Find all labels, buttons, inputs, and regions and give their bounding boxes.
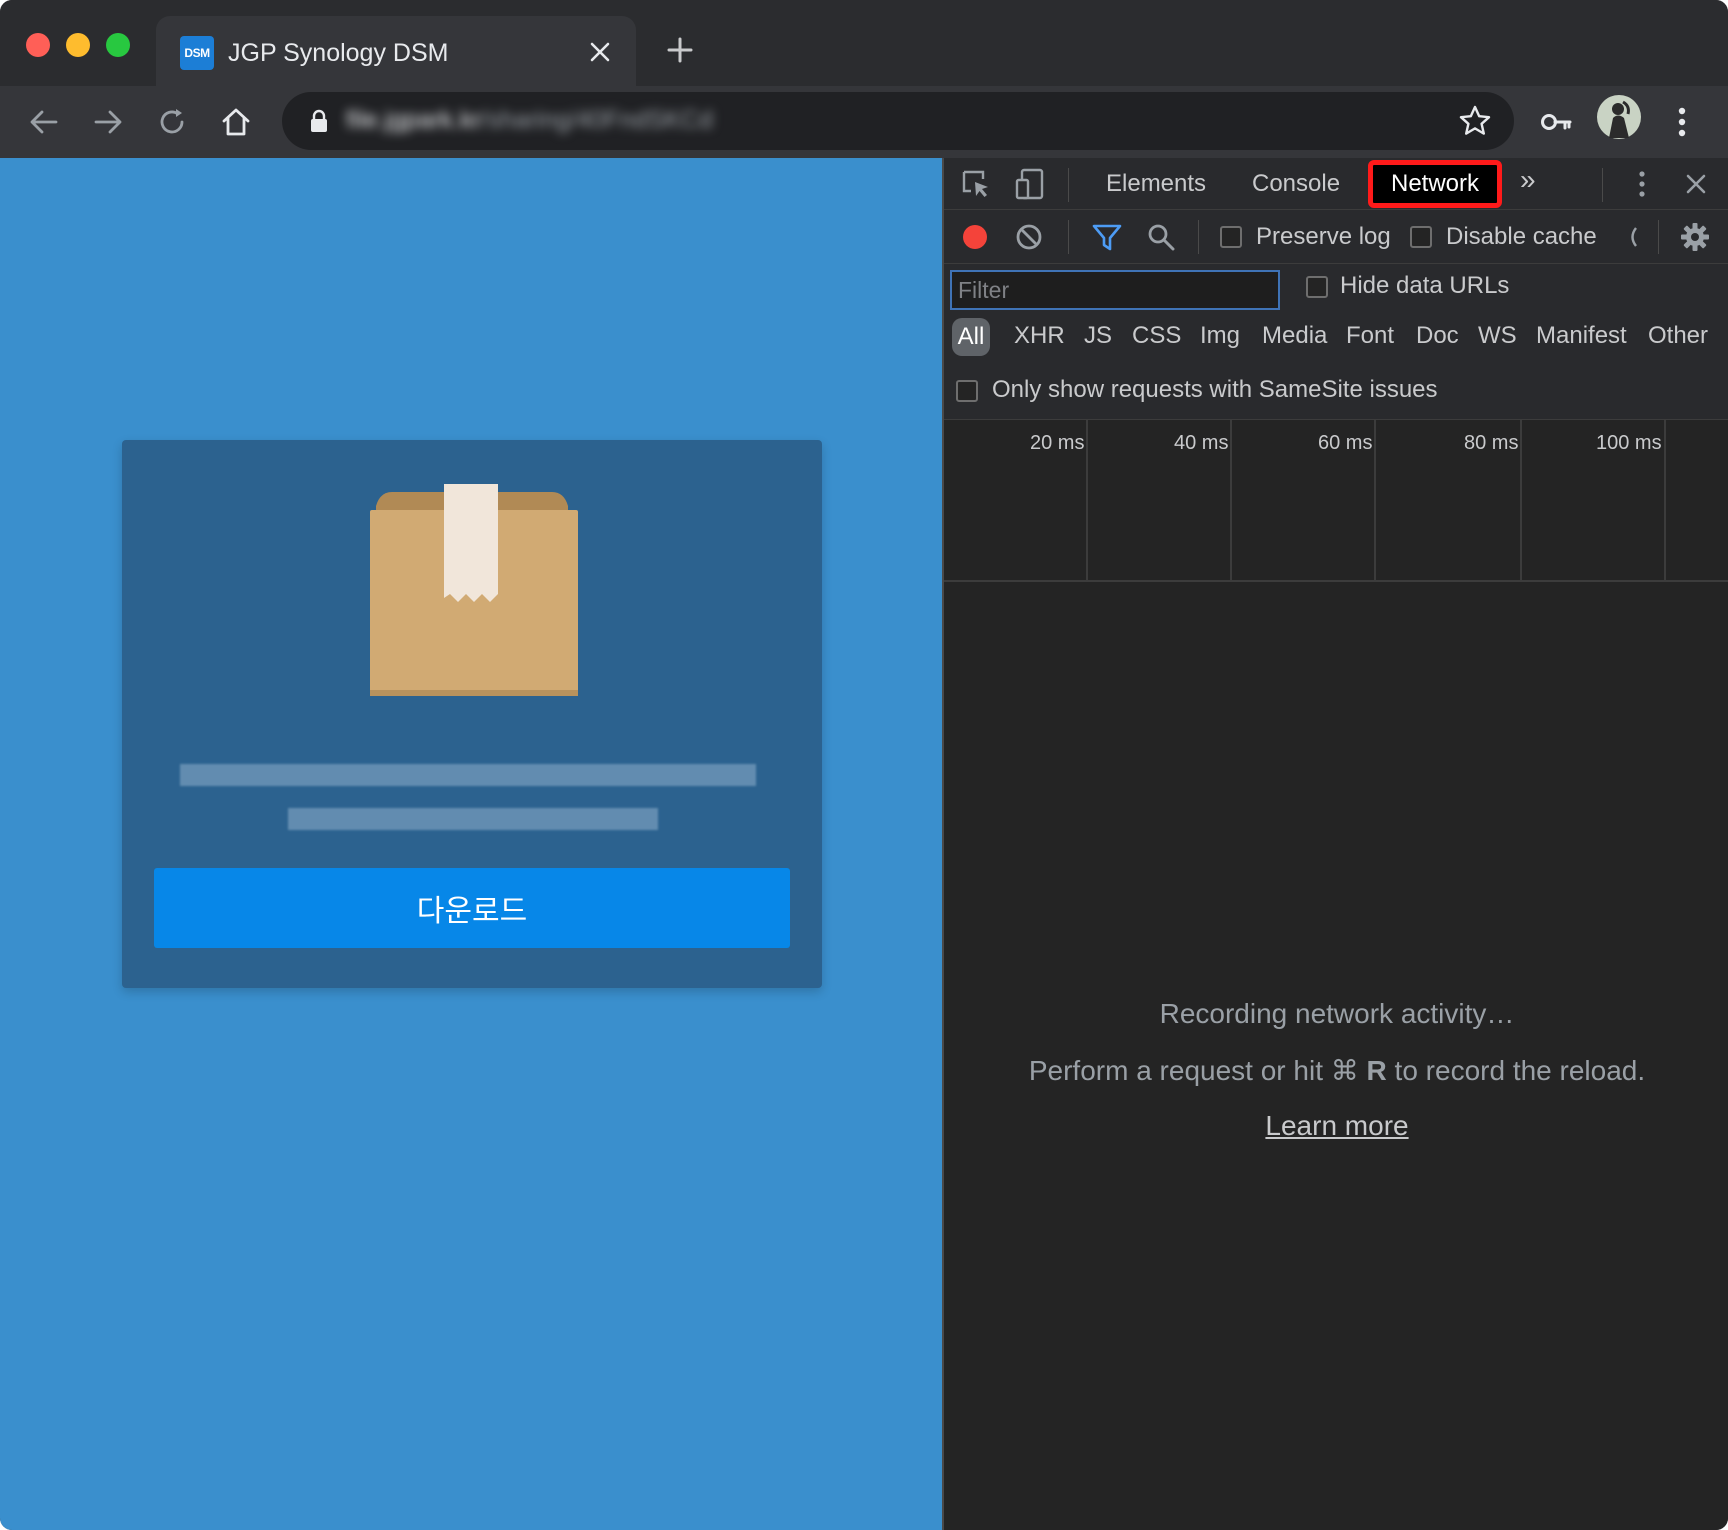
tab-network: Network	[1390, 170, 1480, 197]
network-filter-bar: Hide data URLs All XHR JS CSS Img Media …	[944, 264, 1728, 420]
tab-strip: DSM JGP Synology DSM	[0, 0, 1728, 86]
window-minimize-button[interactable]	[66, 33, 90, 57]
page-viewport: 다운로드	[0, 158, 942, 1530]
share-download-card: 다운로드	[122, 440, 822, 988]
home-icon[interactable]	[214, 100, 258, 144]
inspect-element-icon[interactable]	[958, 166, 994, 202]
type-filter-font[interactable]: Font	[1346, 318, 1394, 354]
password-key-icon[interactable]	[1534, 100, 1578, 144]
back-arrow-icon[interactable]	[22, 100, 66, 144]
device-toolbar-icon[interactable]	[1012, 166, 1048, 202]
profile-avatar[interactable]	[1596, 94, 1642, 140]
throttling-dropdown-icon[interactable]	[1622, 220, 1642, 254]
type-filter-css[interactable]: CSS	[1132, 318, 1181, 354]
learn-more-row: Learn more	[944, 1110, 1728, 1142]
preserve-log-checkbox[interactable]	[1220, 226, 1242, 248]
timeline-tick-label: 40 ms	[1174, 432, 1229, 454]
recording-status-text: Recording network activity…	[1159, 998, 1515, 1029]
devtools-close-icon[interactable]	[1678, 166, 1714, 202]
network-settings-gear-icon[interactable]	[1678, 220, 1712, 254]
browser-menu-icon[interactable]	[1660, 100, 1704, 144]
devtools-tab-bar: Elements Console Network »	[944, 158, 1728, 210]
blurred-file-name	[180, 764, 756, 786]
hint-prefix: Perform a request or hit	[1028, 1055, 1331, 1086]
download-button[interactable]: 다운로드	[154, 868, 790, 948]
url-path: /sharing/40FndSKCd	[480, 106, 713, 134]
more-tabs-chevron-icon[interactable]: »	[1520, 166, 1536, 194]
network-overview-timeline[interactable]: 20 ms 40 ms 60 ms 80 ms 100 ms	[944, 420, 1728, 582]
clear-log-icon[interactable]	[1012, 220, 1046, 254]
disable-cache-label: Disable cache	[1446, 223, 1597, 250]
bookmark-star-icon[interactable]	[1458, 104, 1492, 138]
tab-elements[interactable]: Elements	[1106, 170, 1206, 198]
package-box-icon	[370, 484, 578, 696]
url-host: file.jgpark.kr	[346, 106, 481, 134]
type-filter-js[interactable]: JS	[1084, 318, 1112, 354]
tab-network-highlighted[interactable]: Network	[1368, 160, 1502, 208]
network-empty-state: Recording network activity… Perform a re…	[944, 582, 1728, 1530]
timeline-tick-label: 20 ms	[1030, 432, 1085, 454]
type-filter-xhr[interactable]: XHR	[1014, 318, 1065, 354]
address-bar[interactable]: file.jgpark.kr/sharing/40FndSKCd	[282, 92, 1514, 150]
samesite-label: Only show requests with SameSite issues	[992, 376, 1438, 403]
tab-console[interactable]: Console	[1252, 170, 1340, 198]
hide-data-urls-label: Hide data URLs	[1340, 272, 1510, 299]
window-maximize-button[interactable]	[106, 33, 130, 57]
type-filter-manifest[interactable]: Manifest	[1536, 318, 1627, 354]
search-icon[interactable]	[1144, 220, 1178, 254]
timeline-tick-label: 100 ms	[1596, 432, 1662, 454]
dsm-favicon-icon: DSM	[180, 36, 214, 70]
tab-title: JGP Synology DSM	[228, 39, 449, 67]
learn-more-link[interactable]: Learn more	[1265, 1110, 1408, 1141]
browser-tab[interactable]: DSM JGP Synology DSM	[156, 16, 636, 86]
blurred-file-size	[288, 808, 658, 830]
type-filter-media[interactable]: Media	[1262, 318, 1327, 354]
hide-data-urls-checkbox[interactable]	[1306, 276, 1328, 298]
new-tab-plus-icon[interactable]	[660, 30, 700, 70]
window-close-button[interactable]	[26, 33, 50, 57]
filter-input[interactable]	[950, 270, 1280, 310]
record-reload-hint: Perform a request or hit ⌘ R to record t…	[944, 1054, 1728, 1087]
devtools-panel: Elements Console Network » Preserve log …	[942, 158, 1728, 1530]
tab-close-icon[interactable]	[582, 34, 618, 70]
reload-icon[interactable]	[150, 100, 194, 144]
lock-icon	[311, 109, 327, 132]
type-filter-ws[interactable]: WS	[1478, 318, 1517, 354]
browser-window: DSM JGP Synology DSM file.jgpark.kr/shar…	[0, 0, 1728, 1530]
url-text[interactable]: file.jgpark.kr/sharing/40FndSKCd	[346, 106, 713, 135]
network-toolbar: Preserve log Disable cache	[944, 210, 1728, 264]
devtools-menu-icon[interactable]	[1624, 166, 1660, 202]
timeline-tick-label: 80 ms	[1464, 432, 1519, 454]
samesite-checkbox[interactable]	[956, 380, 978, 402]
preserve-log-label: Preserve log	[1256, 223, 1391, 250]
type-filter-doc[interactable]: Doc	[1416, 318, 1459, 354]
type-filter-all[interactable]: All	[952, 318, 990, 356]
disable-cache-checkbox[interactable]	[1410, 226, 1432, 248]
forward-arrow-icon[interactable]	[86, 100, 130, 144]
cmd-key-glyph: ⌘	[1330, 1055, 1359, 1086]
type-filter-img[interactable]: Img	[1200, 318, 1240, 354]
hint-suffix: to record the reload.	[1386, 1055, 1646, 1086]
timeline-tick-label: 60 ms	[1318, 432, 1373, 454]
record-button[interactable]	[958, 220, 992, 254]
browser-toolbar: file.jgpark.kr/sharing/40FndSKCd	[0, 86, 1728, 158]
type-filter-other[interactable]: Other	[1648, 318, 1708, 354]
filter-funnel-icon[interactable]	[1090, 220, 1124, 254]
r-key: R	[1366, 1055, 1387, 1086]
